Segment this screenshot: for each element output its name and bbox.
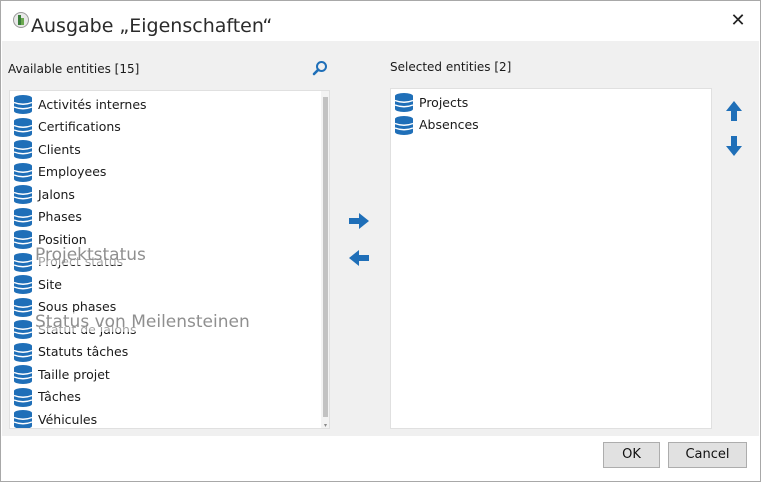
list-item-label: Sous phases: [38, 299, 117, 315]
list-item-label: Position: [38, 231, 87, 247]
database-icon: [13, 387, 33, 407]
list-item-label: Employees: [38, 164, 107, 180]
list-item[interactable]: Certifications: [10, 116, 329, 139]
database-icon: [13, 117, 33, 137]
list-item[interactable]: Tâches: [10, 386, 329, 409]
dialog-window: Ausgabe „Eigenschaften“ ✕ Available enti…: [0, 0, 761, 482]
list-item[interactable]: Clients: [10, 138, 329, 161]
app-icon: [13, 12, 29, 28]
list-item-label: Absences: [419, 117, 479, 133]
available-entities-list[interactable]: Activités internes Certifications Clients E…: [9, 90, 330, 429]
window-title: Ausgabe „Eigenschaften“: [31, 15, 273, 37]
list-item[interactable]: Sous phases: [10, 296, 329, 319]
list-item[interactable]: Project status Projektstatus: [10, 244, 329, 274]
list-item[interactable]: Activités internes: [10, 93, 329, 116]
list-item[interactable]: Projects: [391, 91, 711, 114]
arrow-up-icon[interactable]: [724, 99, 744, 123]
cancel-button[interactable]: Cancel: [668, 442, 747, 468]
list-item-label: Clients: [38, 141, 81, 157]
database-icon: [13, 342, 33, 362]
list-item[interactable]: Employees: [10, 161, 329, 184]
close-button[interactable]: ✕: [726, 9, 750, 33]
title-bar: Ausgabe „Eigenschaften“ ✕: [1, 1, 760, 41]
list-item-label: Statuts tâches: [38, 344, 129, 360]
database-icon: [394, 115, 414, 135]
list-item-label: Jalons: [38, 186, 75, 202]
list-item-label: Véhicules: [38, 411, 98, 427]
dialog-content: Available entities [15] Selected entitie…: [2, 41, 759, 436]
list-item-label: Tâches: [38, 389, 81, 405]
scrollbar-thumb[interactable]: [323, 97, 328, 417]
database-icon: [13, 320, 33, 340]
list-item[interactable]: Phases: [10, 206, 329, 229]
selected-entities-header: Selected entities [2]: [390, 60, 512, 74]
list-item-label: Projects: [419, 94, 469, 110]
database-icon: [13, 185, 33, 205]
list-item[interactable]: Site: [10, 273, 329, 296]
list-item-label: Project status: [38, 254, 124, 270]
selected-entities-list[interactable]: Projects Absences: [390, 88, 712, 429]
list-item-label: Statut de jalons: [38, 321, 137, 337]
ok-button[interactable]: OK: [603, 442, 660, 468]
database-icon: [13, 252, 33, 272]
database-icon: [13, 95, 33, 115]
arrow-left-icon[interactable]: [347, 248, 371, 268]
list-item[interactable]: Véhicules: [10, 408, 329, 428]
arrow-right-icon[interactable]: [347, 211, 371, 231]
list-item[interactable]: Statuts tâches: [10, 341, 329, 364]
database-icon: [394, 93, 414, 113]
scrollbar[interactable]: ▾: [321, 91, 329, 428]
database-icon: [13, 162, 33, 182]
close-icon: ✕: [730, 10, 746, 31]
list-item-label: Taille projet: [38, 366, 110, 382]
database-icon: [13, 365, 33, 385]
database-icon: [13, 410, 33, 428]
database-icon: [13, 297, 33, 317]
database-icon: [13, 140, 33, 160]
list-item-label: Phases: [38, 209, 82, 225]
list-item[interactable]: Jalons: [10, 183, 329, 206]
list-item-label: Site: [38, 276, 62, 292]
search-icon[interactable]: [312, 60, 328, 76]
database-icon: [13, 275, 33, 295]
database-icon: [13, 207, 33, 227]
list-item[interactable]: Absences: [391, 114, 711, 137]
list-item[interactable]: Taille projet: [10, 363, 329, 386]
list-item[interactable]: Position: [10, 228, 329, 251]
arrow-down-icon[interactable]: [724, 134, 744, 158]
list-item[interactable]: Statut de jalons Status von Meilensteinen: [10, 312, 329, 341]
database-icon: [13, 230, 33, 250]
available-entities-header: Available entities [15]: [8, 62, 140, 76]
list-item-label: Activités internes: [38, 96, 147, 112]
list-item-label: Certifications: [38, 119, 121, 135]
